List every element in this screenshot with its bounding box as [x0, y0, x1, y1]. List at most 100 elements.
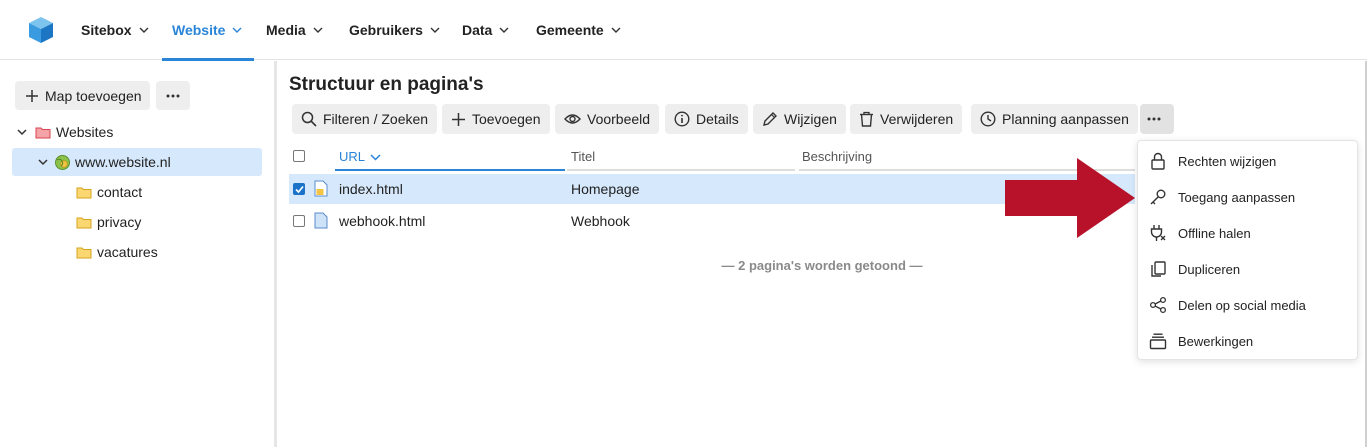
sitebox-logo-icon[interactable] — [28, 16, 54, 44]
more-actions-menu: Rechten wijzigen Toegang aanpassen Offli… — [1137, 140, 1358, 360]
nav-item-label: Data — [462, 22, 493, 38]
nav-item-label: Media — [266, 22, 306, 38]
chevron-down-icon — [499, 27, 509, 33]
key-icon — [1150, 189, 1166, 205]
column-underline-title — [567, 169, 795, 171]
nav-item-website[interactable]: Website — [161, 0, 255, 61]
sidebar-resize-handle[interactable] — [274, 61, 277, 447]
menu-item-label: Rechten wijzigen — [1178, 154, 1277, 169]
globe-icon — [55, 154, 70, 170]
plus-icon — [25, 89, 39, 103]
tree-item-label: vacatures — [97, 244, 158, 260]
cell-title: Webhook — [571, 213, 630, 229]
menu-item-take-offline[interactable]: Offline halen — [1138, 215, 1359, 251]
sidebar-more-button[interactable] — [156, 81, 190, 110]
tree-item-privacy[interactable]: privacy — [76, 208, 262, 236]
menu-item-label: Delen op social media — [1178, 298, 1306, 313]
plus-icon — [452, 112, 465, 126]
cell-url[interactable]: webhook.html — [339, 213, 425, 229]
nav-item-gemeente[interactable]: Gemeente — [536, 0, 621, 60]
trash-icon — [860, 111, 873, 127]
chevron-down-icon — [232, 27, 242, 33]
chevron-down-icon — [313, 27, 323, 33]
row-checkbox[interactable] — [293, 215, 305, 227]
row-checkbox[interactable] — [293, 183, 305, 195]
add-folder-button[interactable]: Map toevoegen — [15, 81, 150, 110]
cell-url[interactable]: index.html — [339, 181, 403, 197]
toolbar-label: Wijzigen — [784, 111, 837, 127]
toolbar-label: Filteren / Zoeken — [323, 111, 429, 127]
toolbar-label: Verwijderen — [880, 111, 954, 127]
page-icon — [314, 212, 328, 229]
page-title: Structuur en pagina's — [289, 74, 484, 95]
toolbar-label: Toevoegen — [472, 111, 541, 127]
menu-item-adjust-access[interactable]: Toegang aanpassen — [1138, 179, 1359, 215]
clock-icon — [980, 111, 996, 127]
menu-item-label: Offline halen — [1178, 226, 1251, 241]
tree-item-label: contact — [97, 184, 143, 200]
tree-item-websites[interactable]: Websites — [16, 118, 262, 146]
menu-item-edits[interactable]: Bewerkingen — [1138, 323, 1359, 359]
folder-icon — [76, 217, 92, 228]
search-icon — [301, 111, 317, 127]
column-header-label: URL — [339, 149, 366, 164]
menu-item-change-rights[interactable]: Rechten wijzigen — [1138, 143, 1359, 179]
add-button[interactable]: Toevoegen — [442, 104, 550, 134]
tree-item-label: www.website.nl — [75, 154, 171, 170]
nav-item-sitebox[interactable]: Sitebox — [81, 0, 149, 60]
menu-item-duplicate[interactable]: Dupliceren — [1138, 251, 1359, 287]
chevron-down-icon — [611, 27, 621, 33]
pencil-icon — [763, 112, 777, 126]
folder-icon — [76, 187, 92, 198]
chevron-down-icon[interactable] — [16, 126, 28, 138]
top-navigation-bar: Sitebox Website Media Gebruikers Data Ge… — [0, 0, 1367, 61]
filter-search-button[interactable]: Filteren / Zoeken — [292, 104, 438, 134]
chevron-down-icon — [430, 27, 440, 33]
column-header-description[interactable]: Beschrijving — [802, 149, 872, 164]
info-icon — [674, 111, 690, 127]
tree-item-www-website-nl[interactable]: www.website.nl — [12, 148, 262, 176]
preview-button[interactable]: Voorbeeld — [555, 104, 660, 134]
sort-chevron-down-icon — [370, 153, 381, 161]
checkmark-icon — [294, 185, 304, 193]
cell-title: Homepage — [571, 181, 640, 197]
menu-item-label: Bewerkingen — [1178, 334, 1254, 349]
nav-item-label: Gemeente — [536, 22, 604, 38]
red-arrow-annotation — [1005, 158, 1135, 238]
toolbar-label: Planning aanpassen — [1002, 111, 1129, 127]
chevron-down-icon[interactable] — [37, 156, 49, 168]
column-header-url[interactable]: URL — [339, 149, 381, 164]
nav-item-data[interactable]: Data — [462, 0, 509, 60]
share-icon — [1149, 296, 1167, 314]
nav-item-media[interactable]: Media — [266, 0, 323, 60]
lock-icon — [1151, 152, 1165, 170]
tree-item-contact[interactable]: contact — [76, 178, 262, 206]
details-button[interactable]: Details — [665, 104, 748, 134]
page-draft-icon — [314, 180, 328, 197]
copy-icon — [1151, 261, 1166, 277]
edit-button[interactable]: Wijzigen — [753, 104, 846, 134]
column-header-title[interactable]: Titel — [571, 149, 595, 164]
tree-item-vacatures[interactable]: vacatures — [76, 238, 262, 266]
nav-item-label: Website — [172, 22, 226, 38]
tree-item-label: Websites — [56, 124, 114, 140]
column-underline-url — [335, 169, 565, 171]
schedule-button[interactable]: Planning aanpassen — [971, 104, 1138, 134]
nav-item-label: Sitebox — [81, 22, 132, 38]
toolbar-label: Voorbeeld — [587, 111, 651, 127]
chevron-down-icon — [139, 27, 149, 33]
layers-icon — [1149, 333, 1167, 350]
add-folder-label: Map toevoegen — [45, 87, 142, 104]
tree-item-label: privacy — [97, 214, 142, 230]
toolbar-label: Details — [696, 111, 739, 127]
nav-item-label: Gebruikers — [349, 22, 423, 38]
eye-icon — [564, 114, 581, 124]
folder-red-icon — [35, 127, 51, 138]
delete-button[interactable]: Verwijderen — [850, 104, 963, 134]
menu-item-share-social[interactable]: Delen op social media — [1138, 287, 1359, 323]
toolbar-more-button[interactable] — [1140, 104, 1174, 134]
folder-icon — [76, 247, 92, 258]
select-all-checkbox[interactable] — [293, 150, 305, 162]
more-horizontal-icon — [166, 94, 180, 97]
nav-item-gebruikers[interactable]: Gebruikers — [349, 0, 440, 60]
